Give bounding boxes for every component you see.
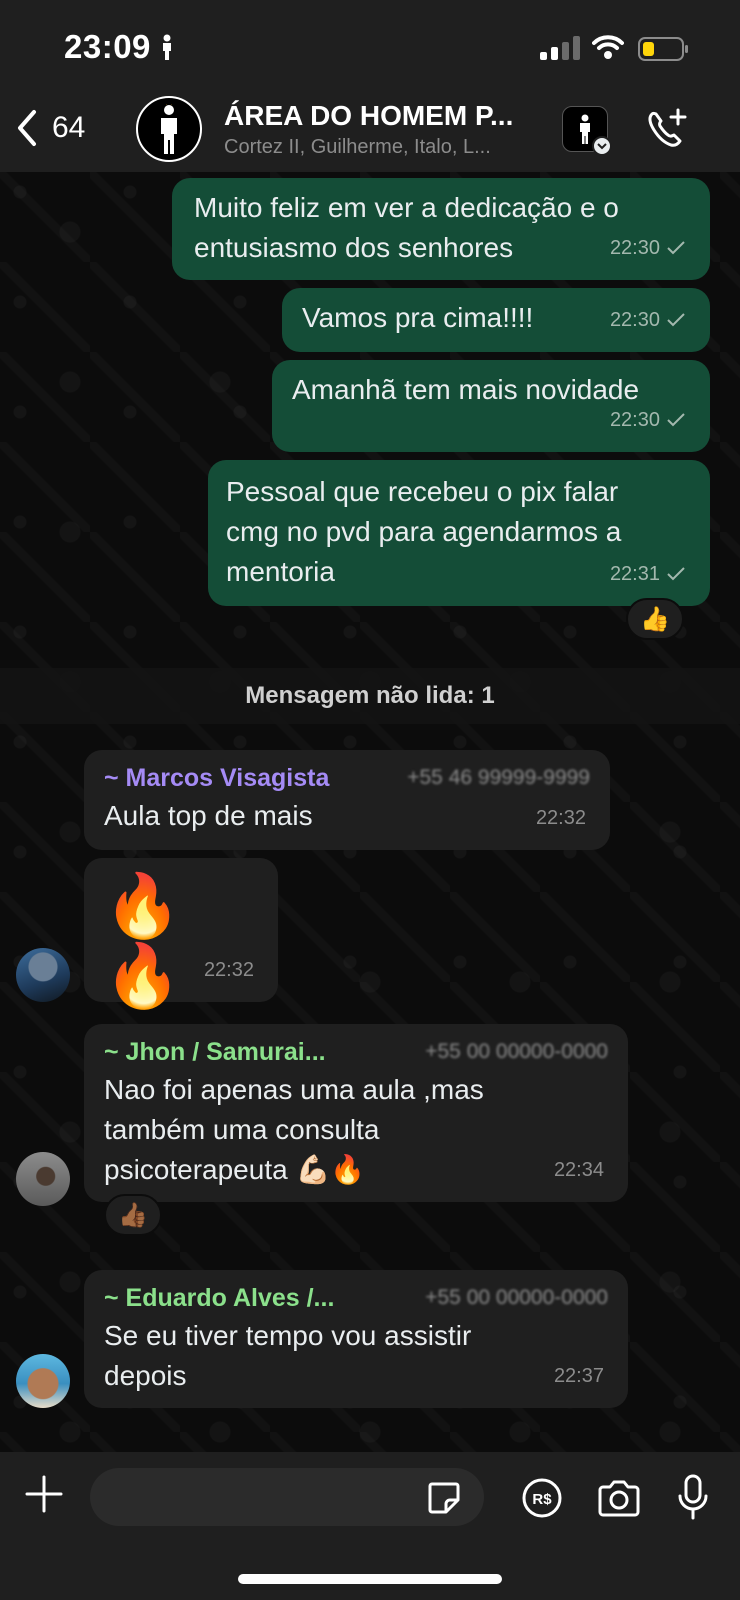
status-bar: 23:09 xyxy=(0,0,740,92)
chevron-down-icon xyxy=(592,136,612,156)
sender-row: ~ Eduardo Alves /... +55 00 00000-0000 xyxy=(104,1280,608,1316)
battery-icon xyxy=(638,37,688,61)
message-time: 22:30 xyxy=(609,237,660,259)
avatar[interactable] xyxy=(16,1354,70,1408)
incoming-message[interactable]: ~ Marcos Visagista +55 46 99999-9999 Aul… xyxy=(84,750,610,850)
message-time: 22:32 xyxy=(535,807,586,829)
message-time: 22:34 xyxy=(553,1159,604,1181)
message-time: 22:30 xyxy=(609,409,660,431)
check-icon xyxy=(667,313,685,327)
message-time: 22:31 xyxy=(609,563,660,585)
message-time: 22:32 xyxy=(203,959,254,981)
plus-icon[interactable] xyxy=(24,1474,64,1514)
message-text: 🔥 🔥 xyxy=(104,872,196,1011)
status-time: 23:09 xyxy=(64,28,151,65)
sender-row: ~ Marcos Visagista +55 46 99999-9999 xyxy=(104,760,590,796)
check-icon xyxy=(667,413,685,427)
svg-text:R$: R$ xyxy=(532,1491,552,1508)
input-bar: R$ xyxy=(0,1452,740,1600)
sender-phone: +55 00 00000-0000 xyxy=(425,1040,608,1063)
sender-phone: +55 46 99999-9999 xyxy=(407,766,590,789)
avatar[interactable] xyxy=(16,1152,70,1206)
chat-area[interactable]: Muito feliz em ver a dedicação e o entus… xyxy=(0,172,740,1452)
sender-phone: +55 00 00000-0000 xyxy=(425,1286,608,1309)
incoming-message[interactable]: 🔥 🔥 22:32 xyxy=(84,858,278,1011)
avatar[interactable] xyxy=(16,948,70,1002)
group-title[interactable]: ÁREA DO HOMEM P... xyxy=(224,100,513,132)
signal-icon xyxy=(540,36,580,60)
check-icon xyxy=(667,567,685,581)
camera-icon[interactable] xyxy=(596,1478,642,1518)
message-meta: 22:30 xyxy=(610,400,686,440)
sender-name[interactable]: ~ Jhon / Samurai... xyxy=(104,1034,326,1070)
message-time: 22:37 xyxy=(553,1365,604,1387)
man-silhouette-icon xyxy=(580,114,590,144)
sender-row: ~ Jhon / Samurai... +55 00 00000-0000 xyxy=(104,1034,608,1070)
incoming-message[interactable]: ~ Jhon / Samurai... +55 00 00000-0000 Na… xyxy=(84,1024,628,1202)
community-button[interactable] xyxy=(562,106,612,156)
reaction-badge[interactable]: 👍 xyxy=(626,598,684,640)
payment-icon[interactable]: R$ xyxy=(520,1476,564,1520)
man-silhouette-icon xyxy=(161,104,177,154)
chat-header: 64 ÁREA DO HOMEM P... Cortez II, Guilher… xyxy=(0,92,740,172)
outgoing-message[interactable]: Amanhã tem mais novidade 22:30 xyxy=(272,360,710,452)
reaction-badge[interactable]: 👍🏾 xyxy=(104,1194,162,1236)
message-meta: 22:30 xyxy=(610,228,686,268)
message-text: Aula top de mais xyxy=(104,800,313,831)
outgoing-message[interactable]: Muito feliz em ver a dedicação e o entus… xyxy=(172,178,710,280)
incoming-message[interactable]: ~ Eduardo Alves /... +55 00 00000-0000 S… xyxy=(84,1270,628,1408)
sender-name[interactable]: ~ Eduardo Alves /... xyxy=(104,1280,334,1316)
message-meta: 22:30 xyxy=(610,300,686,340)
chevron-left-icon xyxy=(18,110,36,146)
message-text: Se eu tiver tempo vou assistir depois xyxy=(104,1320,472,1391)
wifi-icon xyxy=(592,35,624,59)
outgoing-message[interactable]: Pessoal que recebeu o pix falar cmg no p… xyxy=(208,460,710,606)
check-icon xyxy=(667,241,685,255)
microphone-icon[interactable] xyxy=(676,1474,710,1520)
message-input[interactable] xyxy=(90,1468,484,1526)
group-members[interactable]: Cortez II, Guilherme, Italo, L... xyxy=(224,136,491,159)
outgoing-message[interactable]: Vamos pra cima!!!! 22:30 xyxy=(282,288,710,352)
sender-name[interactable]: ~ Marcos Visagista xyxy=(104,760,329,796)
group-avatar[interactable] xyxy=(136,96,202,162)
message-meta: 22:31 xyxy=(610,554,686,594)
add-call-icon[interactable] xyxy=(644,106,690,152)
unread-count: 64 xyxy=(52,111,86,144)
sticker-icon[interactable] xyxy=(426,1480,462,1516)
home-indicator[interactable] xyxy=(238,1574,502,1584)
person-icon xyxy=(163,34,171,60)
message-text: Nao foi apenas uma aula ,mas também uma … xyxy=(104,1074,484,1185)
unread-divider: Mensagem não lida: 1 xyxy=(0,668,740,724)
message-time: 22:30 xyxy=(609,309,660,331)
back-button[interactable]: 64 xyxy=(14,108,85,148)
